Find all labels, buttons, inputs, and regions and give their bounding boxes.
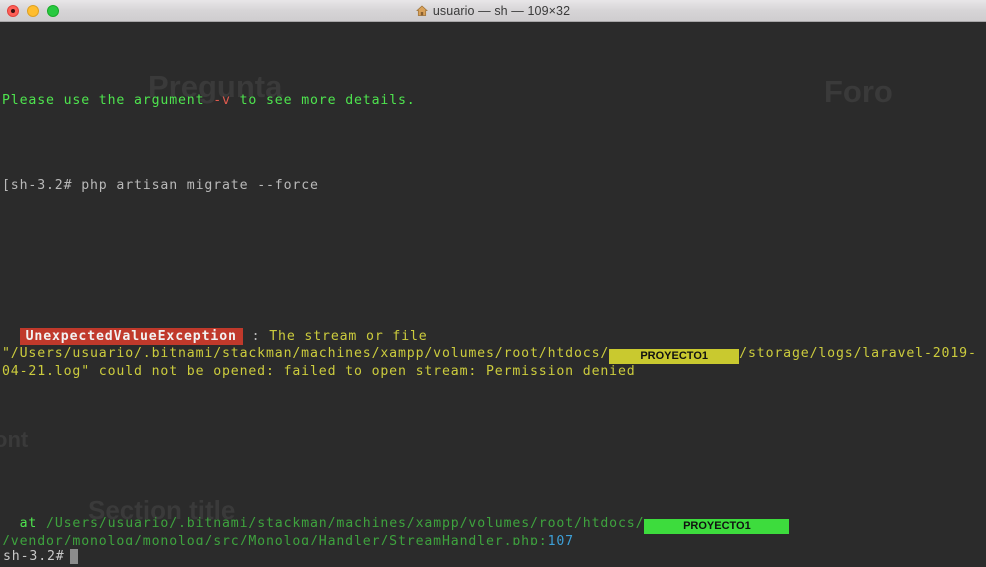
terminal-text: Please use the argument -v to see more d… [0,24,986,567]
resize-grip[interactable] [972,553,986,567]
minimize-button[interactable] [27,5,39,17]
window-controls [7,0,59,22]
top-message-flag: -v [213,93,231,109]
window-titlebar[interactable]: usuario — sh — 109×32 [0,0,986,22]
top-message-text: Please use the argument [2,93,214,109]
at-keyword: at [19,515,47,531]
window-title: usuario — sh — 109×32 [415,3,571,18]
shell-prompt-text: sh-3.2# [3,548,65,564]
terminal-blank-1 [2,245,986,262]
at-path-part1: /Users/usuario/.bitnami/stackman/machine… [46,515,645,531]
terminal-line-top-message: Please use the argument -v to see more d… [2,93,986,110]
exception-block: UnexpectedValueException : The stream or… [2,328,986,381]
home-icon [415,5,428,16]
terminal-line-command: [sh-3.2# php artisan migrate --force [2,178,986,195]
exception-separator: : [242,329,270,345]
command-text: php artisan migrate --force [81,177,319,193]
redaction-proyecto1-at: PROYECTO1 [644,518,790,534]
maximize-button[interactable] [47,5,59,17]
terminal-blank-2 [2,431,986,448]
terminal-window: usuario — sh — 109×32 Pregunta Foro ont … [0,0,986,567]
text-cursor [69,548,78,564]
top-message-rest: to see more details. [230,93,416,109]
exception-badge: UnexpectedValueException [19,328,243,346]
close-button[interactable] [7,5,19,17]
prompt-prefix: [sh-3.2# [2,177,82,193]
redaction-proyecto1-exception: PROYECTO1 [609,349,740,365]
shell-prompt-line[interactable]: sh-3.2# [0,545,986,567]
window-title-text: usuario — sh — 109×32 [432,3,571,18]
terminal-body[interactable]: Pregunta Foro ont Section title Header H… [0,22,986,567]
